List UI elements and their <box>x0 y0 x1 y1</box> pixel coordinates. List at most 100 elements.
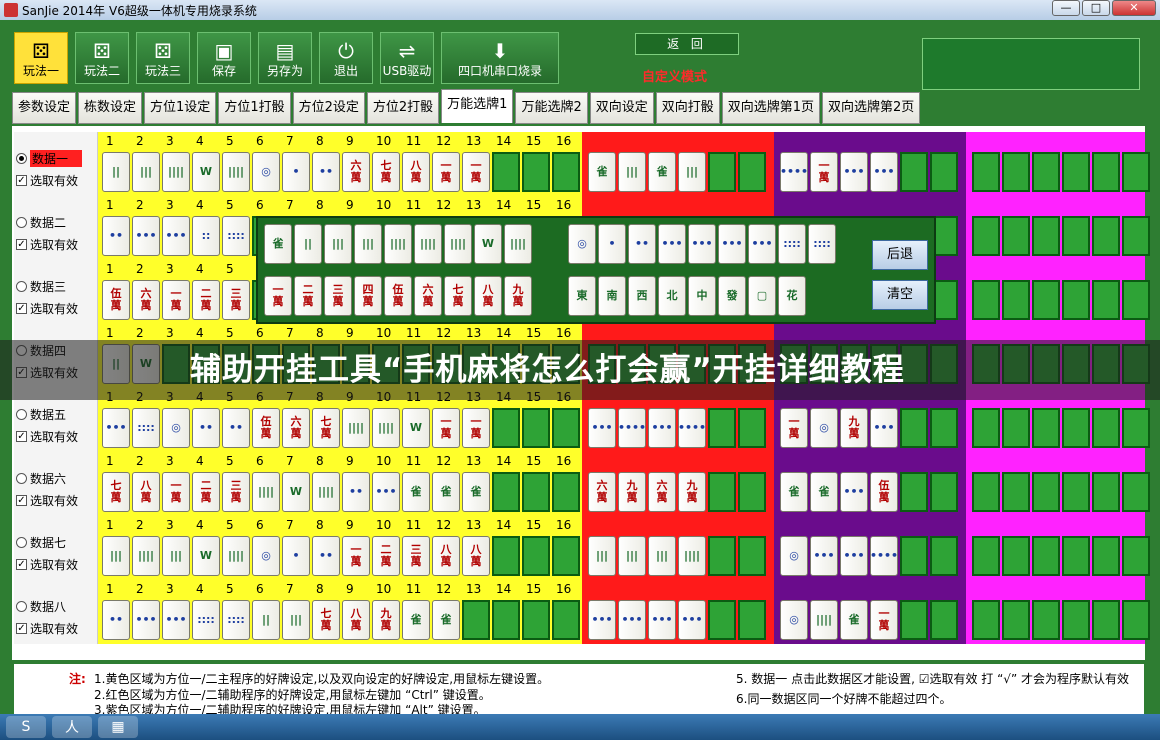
mahjong-tile[interactable]: |||| <box>444 224 472 264</box>
tab-6[interactable]: 万能选牌1 <box>441 89 514 123</box>
mahjong-tile[interactable]: || <box>294 224 322 264</box>
mahjong-tile[interactable]: ◎ <box>780 536 808 576</box>
mahjong-tile[interactable]: 雀 <box>402 600 430 640</box>
mahjong-tile[interactable]: •• <box>192 408 220 448</box>
maximize-button[interactable]: □ <box>1082 0 1110 16</box>
mahjong-tile[interactable]: 七萬 <box>312 408 340 448</box>
mahjong-tile[interactable]: 伍萬 <box>384 276 412 316</box>
mahjong-tile[interactable]: •• <box>312 536 340 576</box>
mahjong-tile[interactable]: 雀 <box>780 472 808 512</box>
mahjong-tile[interactable]: ||| <box>648 536 676 576</box>
empty-slot[interactable] <box>738 536 766 576</box>
mahjong-tile[interactable]: :::: <box>778 224 806 264</box>
empty-slot[interactable] <box>900 600 928 640</box>
toolbar-button-7[interactable]: ⬇ 四口机串口烧录 <box>441 32 559 84</box>
empty-slot[interactable] <box>1032 216 1060 256</box>
toolbar-button-4[interactable]: ▤ 另存为 <box>258 32 312 84</box>
mahjong-tile[interactable]: 一萬 <box>342 536 370 576</box>
radio-button[interactable] <box>16 601 27 612</box>
tab-5[interactable]: 方位2打骰 <box>366 92 440 124</box>
mahjong-tile[interactable]: 三萬 <box>402 536 430 576</box>
empty-slot[interactable] <box>972 152 1000 192</box>
mahjong-tile[interactable]: |||| <box>312 472 340 512</box>
mahjong-tile[interactable]: ||| <box>324 224 352 264</box>
empty-slot[interactable] <box>972 472 1000 512</box>
empty-slot[interactable] <box>522 152 550 192</box>
mahjong-tile[interactable]: 八萬 <box>132 472 160 512</box>
mahjong-tile[interactable]: 六萬 <box>588 472 616 512</box>
mahjong-tile[interactable]: 西 <box>628 276 656 316</box>
empty-slot[interactable] <box>1002 600 1030 640</box>
mahjong-tile[interactable]: ••• <box>648 408 676 448</box>
mahjong-tile[interactable]: 三萬 <box>222 280 250 320</box>
mahjong-tile[interactable]: 雀 <box>432 600 460 640</box>
data-radio-row[interactable]: 数据八 <box>16 598 66 615</box>
mahjong-tile[interactable]: |||| <box>372 408 400 448</box>
mahjong-tile[interactable]: •• <box>102 600 130 640</box>
mahjong-tile[interactable]: ◎ <box>162 408 190 448</box>
empty-slot[interactable] <box>1032 408 1060 448</box>
empty-slot[interactable] <box>1122 280 1150 320</box>
tab-3[interactable]: 方位1打骰 <box>218 92 291 124</box>
empty-slot[interactable] <box>552 600 580 640</box>
mahjong-tile[interactable]: ••• <box>840 536 868 576</box>
empty-slot[interactable] <box>1122 408 1150 448</box>
empty-slot[interactable] <box>708 152 736 192</box>
empty-slot[interactable] <box>552 472 580 512</box>
empty-slot[interactable] <box>1032 280 1060 320</box>
mahjong-tile[interactable]: ••• <box>588 408 616 448</box>
mahjong-tile[interactable]: ••• <box>840 472 868 512</box>
mahjong-tile[interactable]: ◎ <box>810 408 838 448</box>
valid-checkbox-row[interactable]: ✓选取有效 <box>16 172 78 189</box>
empty-slot[interactable] <box>1092 216 1120 256</box>
mahjong-tile[interactable]: •••• <box>678 408 706 448</box>
empty-slot[interactable] <box>522 472 550 512</box>
taskbar-app-icon[interactable]: 人 <box>52 716 92 738</box>
mahjong-tile[interactable]: 雀 <box>432 472 460 512</box>
mahjong-tile[interactable]: 伍萬 <box>102 280 130 320</box>
mahjong-tile[interactable]: 七萬 <box>312 600 340 640</box>
mahjong-tile[interactable]: 一萬 <box>870 600 898 640</box>
mahjong-tile[interactable]: ••• <box>718 224 746 264</box>
empty-slot[interactable] <box>1062 216 1090 256</box>
mahjong-tile[interactable]: 雀 <box>462 472 490 512</box>
empty-slot[interactable] <box>1122 536 1150 576</box>
empty-slot[interactable] <box>738 408 766 448</box>
empty-slot[interactable] <box>1032 536 1060 576</box>
mahjong-tile[interactable]: 九萬 <box>840 408 868 448</box>
mahjong-tile[interactable]: 八萬 <box>342 600 370 640</box>
toolbar-button-1[interactable]: ⚄ 玩法二 <box>75 32 129 84</box>
mahjong-tile[interactable]: 一萬 <box>462 408 490 448</box>
mahjong-tile[interactable]: |||| <box>384 224 412 264</box>
empty-slot[interactable] <box>708 408 736 448</box>
mahjong-tile[interactable]: ||| <box>618 152 646 192</box>
tab-10[interactable]: 双向选牌第1页 <box>721 92 821 124</box>
mahjong-tile[interactable]: ••• <box>372 472 400 512</box>
empty-slot[interactable] <box>900 408 928 448</box>
empty-slot[interactable] <box>1092 536 1120 576</box>
data-radio-row[interactable]: 数据五 <box>16 406 66 423</box>
mahjong-tile[interactable]: |||| <box>810 600 838 640</box>
mahjong-tile[interactable]: 三萬 <box>324 276 352 316</box>
mahjong-tile[interactable]: ••• <box>840 152 868 192</box>
mahjong-tile[interactable]: ••• <box>618 600 646 640</box>
mahjong-tile[interactable]: ••• <box>748 224 776 264</box>
valid-checkbox-row[interactable]: ✓选取有效 <box>16 492 78 509</box>
empty-slot[interactable] <box>1002 216 1030 256</box>
undo-button[interactable]: 后退 <box>872 240 928 270</box>
radio-button[interactable] <box>16 281 27 292</box>
mahjong-tile[interactable]: •• <box>222 408 250 448</box>
empty-slot[interactable] <box>738 472 766 512</box>
mahjong-tile[interactable]: 八萬 <box>402 152 430 192</box>
empty-slot[interactable] <box>930 600 958 640</box>
mahjong-tile[interactable]: 八萬 <box>432 536 460 576</box>
empty-slot[interactable] <box>1002 152 1030 192</box>
mahjong-tile[interactable]: •• <box>102 216 130 256</box>
mahjong-tile[interactable]: ||| <box>354 224 382 264</box>
valid-checkbox-row[interactable]: ✓选取有效 <box>16 300 78 317</box>
empty-slot[interactable] <box>552 152 580 192</box>
mahjong-tile[interactable]: ••• <box>678 600 706 640</box>
mahjong-tile[interactable]: |||| <box>504 224 532 264</box>
mahjong-tile[interactable]: •• <box>312 152 340 192</box>
mahjong-tile[interactable]: 二萬 <box>372 536 400 576</box>
